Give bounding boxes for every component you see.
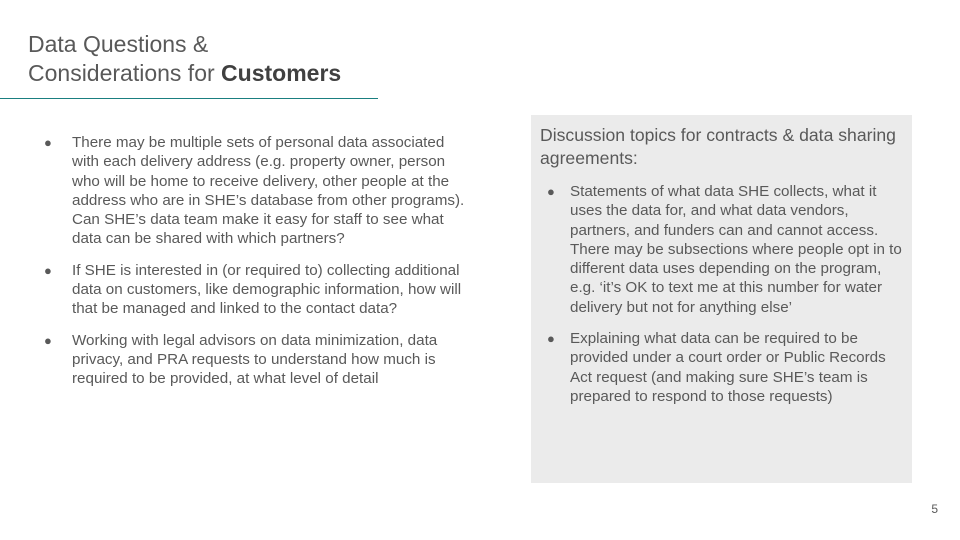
panel-bullet-text: Explaining what data can be required to … [570, 330, 886, 405]
bullet-dot-icon: ● [547, 184, 555, 199]
left-bullet-item: ● Working with legal advisors on data mi… [40, 331, 470, 389]
panel-bullet-item: ● Explaining what data can be required t… [543, 329, 905, 406]
left-bullet-item: ● If SHE is interested in (or required t… [40, 261, 470, 319]
left-bullet-text: There may be multiple sets of personal d… [72, 134, 465, 248]
left-bullet-text: Working with legal advisors on data mini… [72, 331, 438, 388]
bullet-dot-icon: ● [547, 331, 555, 347]
title-underline-divider [0, 98, 378, 99]
title-line-2-prefix: Considerations for [28, 60, 222, 86]
panel-bullet-list: ● Statements of what data SHE collects, … [543, 182, 905, 418]
bullet-dot-icon: ● [44, 332, 52, 348]
bullet-dot-icon: ● [44, 262, 52, 278]
left-bullet-list: ● There may be multiple sets of personal… [40, 133, 470, 401]
title-line-2-bold: Customers [221, 60, 342, 86]
slide-title: Data Questions & Considerations for Cust… [28, 30, 341, 88]
title-line-1: Data Questions & [28, 31, 209, 57]
panel-title: Discussion topics for contracts & data s… [540, 125, 896, 168]
page-number: 5 [931, 502, 938, 516]
panel-bullet-text: Statements of what data SHE collects, wh… [570, 183, 902, 316]
panel-bullet-item: ● Statements of what data SHE collects, … [543, 182, 905, 317]
bullet-dot-icon: ● [44, 135, 52, 150]
left-bullet-text: If SHE is interested in (or required to)… [72, 261, 462, 318]
discussion-topics-panel: Discussion topics for contracts & data s… [531, 115, 912, 483]
left-bullet-item: ● There may be multiple sets of personal… [40, 133, 470, 249]
